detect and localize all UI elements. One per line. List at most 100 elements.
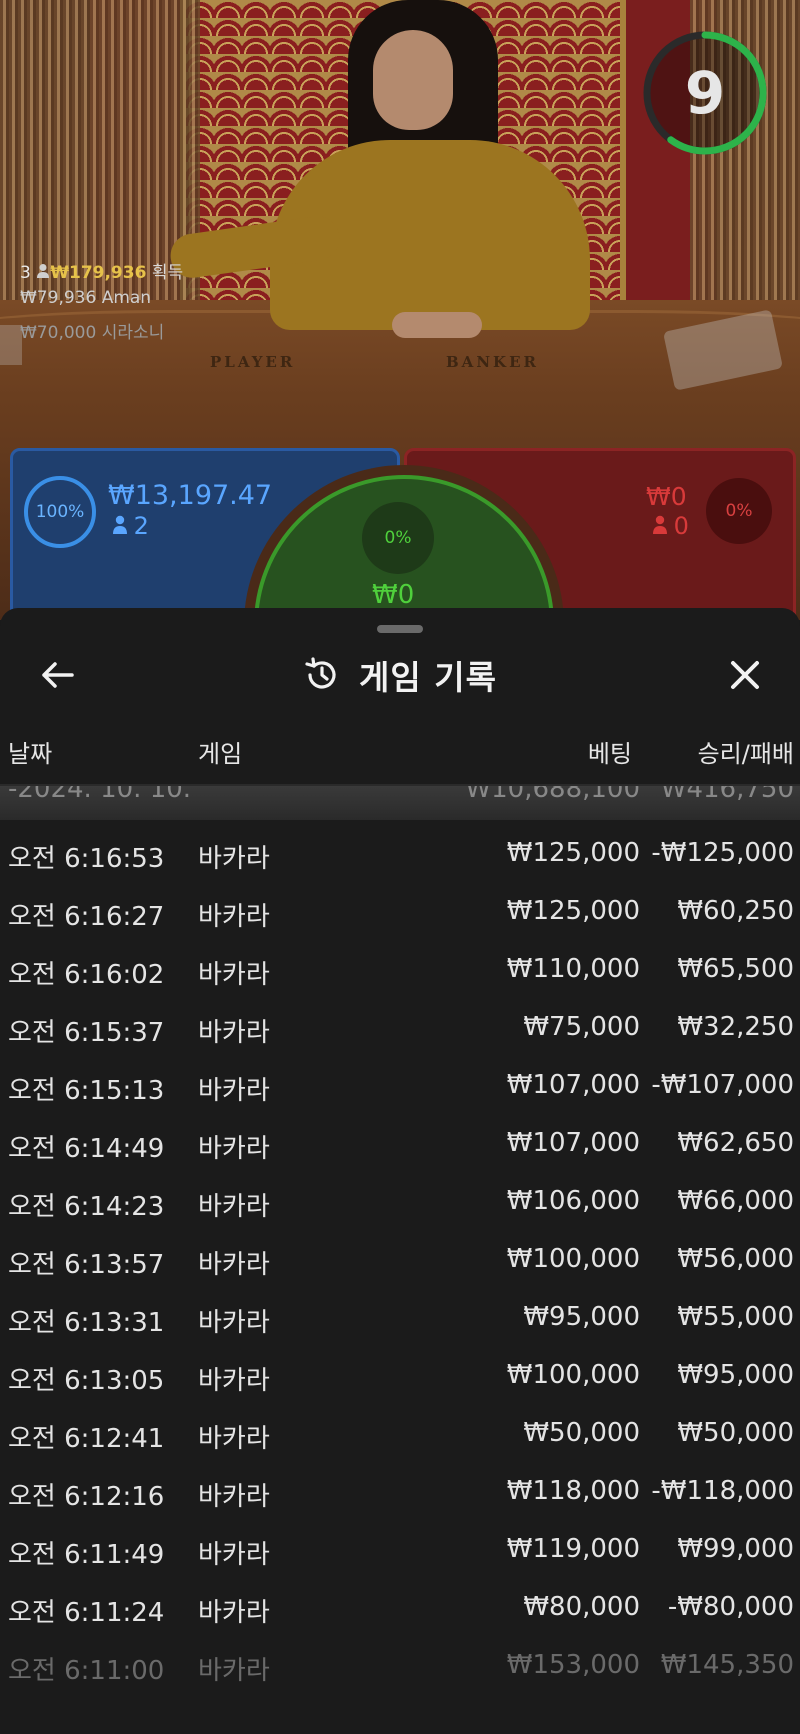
row-result: ₩65,500	[677, 954, 794, 984]
history-list: 오전 6:16:53 바카라 ₩125,000 -₩125,000 오전 6:16:27…	[0, 826, 800, 1696]
row-game: 바카라	[198, 902, 270, 932]
history-row[interactable]: 오전 6:14:49 바카라 ₩107,000 ₩62,650	[0, 1116, 800, 1174]
history-row[interactable]: 오전 6:15:13 바카라 ₩107,000 -₩107,000	[0, 1058, 800, 1116]
summary-bet: ₩10,688,100	[465, 786, 640, 804]
row-bet: ₩119,000	[506, 1534, 640, 1564]
row-time: 오전 6:14:23	[8, 1192, 165, 1222]
tie-total-bet: ₩0	[372, 580, 415, 610]
row-bet: ₩107,000	[506, 1070, 640, 1100]
row-time: 오전 6:13:05	[8, 1366, 165, 1396]
history-row[interactable]: 오전 6:11:49 바카라 ₩119,000 ₩99,000	[0, 1522, 800, 1580]
history-row[interactable]: 오전 6:12:41 바카라 ₩50,000 ₩50,000	[0, 1406, 800, 1464]
dealer-hand	[392, 312, 482, 338]
row-time: 오전 6:11:24	[8, 1598, 165, 1628]
person-icon	[112, 513, 127, 534]
row-result: ₩32,250	[677, 1012, 794, 1042]
column-header-bet[interactable]: 베팅	[588, 734, 632, 769]
countdown-timer: 9	[640, 28, 770, 158]
row-game: 바카라	[198, 1250, 270, 1280]
column-header-game[interactable]: 게임	[198, 734, 242, 769]
row-time: 오전 6:11:00	[8, 1656, 165, 1686]
row-time: 오전 6:12:41	[8, 1424, 165, 1454]
history-icon	[305, 657, 336, 689]
row-result: ₩56,000	[677, 1244, 794, 1274]
row-time: 오전 6:12:16	[8, 1482, 165, 1512]
row-game: 바카라	[198, 960, 270, 990]
person-icon	[36, 263, 50, 281]
player-percent: 100%	[24, 476, 96, 548]
row-result: ₩60,250	[677, 896, 794, 926]
history-row[interactable]: 오전 6:14:23 바카라 ₩106,000 ₩66,000	[0, 1174, 800, 1232]
discard-tray	[0, 325, 22, 365]
winner-name: 시라소니	[101, 323, 165, 343]
game-history-sheet: 게임 기록 날짜 게임 베팅 승리/패배 -2024. 10. 10. ₩10,…	[0, 608, 800, 1734]
history-row[interactable]: 오전 6:11:24 바카라 ₩80,000 -₩80,000	[0, 1580, 800, 1638]
history-row[interactable]: 오전 6:12:16 바카라 ₩118,000 -₩118,000	[0, 1464, 800, 1522]
row-game: 바카라	[198, 1540, 270, 1570]
row-result: -₩118,000	[651, 1476, 794, 1506]
winners-count: 3	[20, 263, 31, 283]
history-row[interactable]: 오전 6:16:27 바카라 ₩125,000 ₩60,250	[0, 884, 800, 942]
row-game: 바카라	[198, 1018, 270, 1048]
row-time: 오전 6:16:02	[8, 960, 165, 990]
winners-list: 3 ₩179,936 획득 ₩79,936 Aman ₩70,000 시라소니	[20, 258, 183, 348]
player-total-bet: ₩13,197.47	[108, 480, 273, 511]
history-row[interactable]: 오전 6:13:31 바카라 ₩95,000 ₩55,000	[0, 1290, 800, 1348]
page-title: 게임 기록	[359, 658, 497, 697]
row-time: 오전 6:13:57	[8, 1250, 165, 1280]
row-time: 오전 6:15:37	[8, 1018, 165, 1048]
row-time: 오전 6:16:27	[8, 902, 165, 932]
row-bet: ₩75,000	[523, 1012, 640, 1042]
winners-summary: 3 ₩179,936 획득	[20, 258, 183, 288]
row-bet: ₩100,000	[506, 1244, 640, 1274]
dealer-face	[373, 30, 453, 130]
row-time: 오전 6:11:49	[8, 1540, 165, 1570]
history-row[interactable]: 오전 6:15:37 바카라 ₩75,000 ₩32,250	[0, 1000, 800, 1058]
player-bettors: 2	[112, 512, 149, 540]
sheet-drag-handle[interactable]	[377, 625, 423, 633]
column-header-date[interactable]: 날짜	[8, 734, 52, 769]
row-result: ₩145,350	[660, 1650, 794, 1680]
row-result: ₩50,000	[677, 1418, 794, 1448]
history-row[interactable]: 오전 6:11:00 바카라 ₩153,000 ₩145,350	[0, 1638, 800, 1696]
row-time: 오전 6:14:49	[8, 1134, 165, 1164]
row-result: ₩62,650	[677, 1128, 794, 1158]
history-row[interactable]: 오전 6:16:02 바카라 ₩110,000 ₩65,500	[0, 942, 800, 1000]
timer-value: 9	[684, 59, 726, 127]
column-header-result[interactable]: 승리/패배	[698, 734, 794, 769]
close-button[interactable]	[720, 650, 770, 700]
summary-date: -2024. 10. 10.	[8, 786, 192, 804]
row-result: -₩125,000	[651, 838, 794, 868]
row-result: -₩80,000	[667, 1592, 794, 1622]
winner-name: Aman	[101, 288, 152, 308]
banker-percent: 0%	[706, 478, 772, 544]
person-icon	[652, 513, 667, 534]
row-game: 바카라	[198, 1482, 270, 1512]
row-result: -₩107,000	[651, 1070, 794, 1100]
row-bet: ₩107,000	[506, 1128, 640, 1158]
row-result: ₩99,000	[677, 1534, 794, 1564]
row-time: 오전 6:15:13	[8, 1076, 165, 1106]
row-time: 오전 6:16:53	[8, 844, 165, 874]
row-bet: ₩118,000	[506, 1476, 640, 1506]
date-summary-row[interactable]: -2024. 10. 10. ₩10,688,100 ₩416,750	[0, 786, 800, 820]
row-bet: ₩153,000	[506, 1650, 640, 1680]
row-bet: ₩100,000	[506, 1360, 640, 1390]
row-bet: ₩110,000	[506, 954, 640, 984]
row-game: 바카라	[198, 1134, 270, 1164]
winners-suffix: 획득	[151, 263, 184, 283]
row-result: ₩95,000	[677, 1360, 794, 1390]
row-game: 바카라	[198, 844, 270, 874]
row-bet: ₩125,000	[506, 838, 640, 868]
winners-total: ₩179,936	[50, 263, 147, 283]
history-row[interactable]: 오전 6:13:05 바카라 ₩100,000 ₩95,000	[0, 1348, 800, 1406]
close-icon	[731, 661, 759, 689]
history-row[interactable]: 오전 6:16:53 바카라 ₩125,000 -₩125,000	[0, 826, 800, 884]
row-game: 바카라	[198, 1192, 270, 1222]
player-bettors-count: 2	[133, 512, 149, 540]
history-row[interactable]: 오전 6:13:57 바카라 ₩100,000 ₩56,000	[0, 1232, 800, 1290]
row-result: ₩66,000	[677, 1186, 794, 1216]
row-bet: ₩106,000	[506, 1186, 640, 1216]
row-game: 바카라	[198, 1656, 270, 1686]
row-time: 오전 6:13:31	[8, 1308, 165, 1338]
